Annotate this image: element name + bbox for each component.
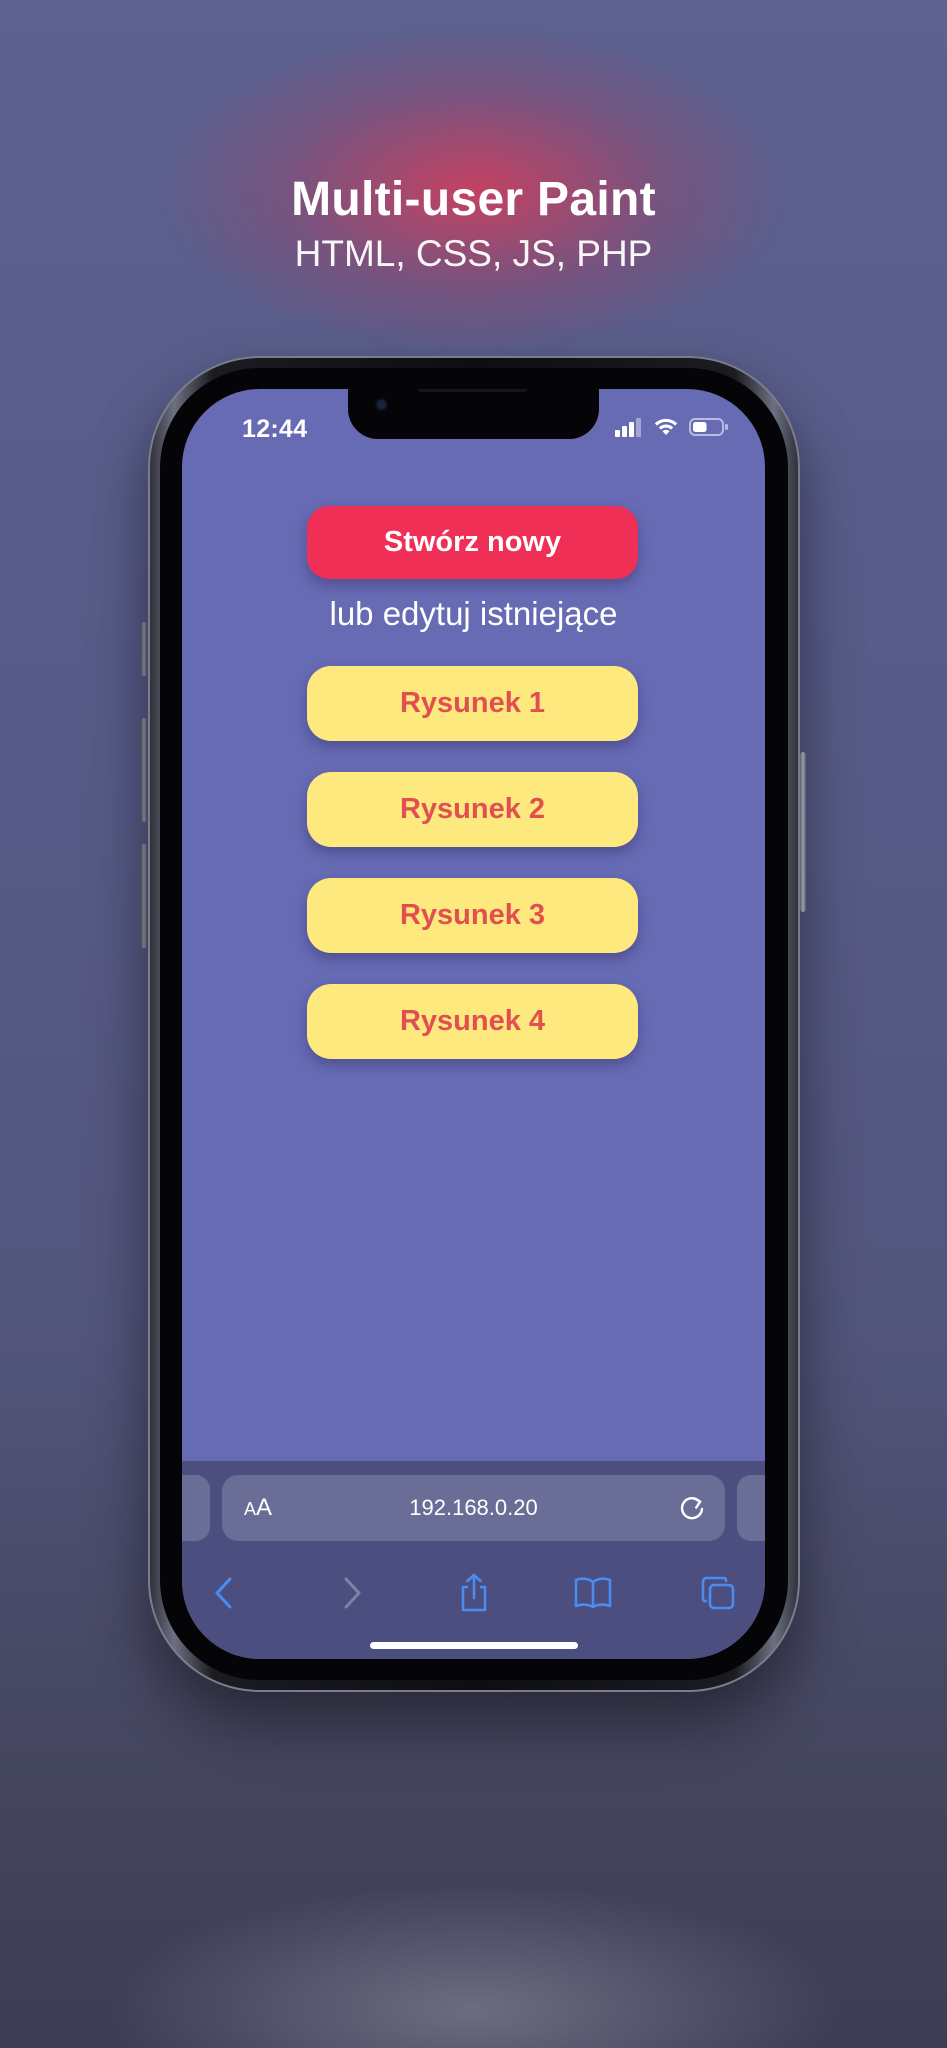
next-tab-peek[interactable] [737, 1475, 765, 1541]
forward-icon[interactable] [332, 1573, 372, 1613]
status-time: 12:44 [242, 415, 308, 443]
battery-icon [689, 417, 729, 442]
url-text: 192.168.0.20 [409, 1495, 538, 1520]
browser-toolbar [182, 1561, 765, 1621]
cellular-signal-icon [615, 417, 643, 442]
status-icons [615, 417, 729, 441]
front-camera [377, 400, 386, 409]
tabs-icon[interactable] [698, 1573, 738, 1613]
drawing-4-button[interactable]: Rysunek 4 [307, 984, 638, 1059]
earpiece-speaker [418, 389, 528, 392]
wifi-icon [653, 417, 679, 442]
phone-power-button [800, 752, 806, 912]
create-new-drawing-button[interactable]: Stwórz nowy [307, 506, 638, 579]
or-edit-existing-text: lub edytuj istniejące [329, 595, 618, 632]
web-page-content: Stwórz nowy lub edytuj istniejące Rysune… [182, 389, 765, 1461]
phone-screen: Stwórz nowy lub edytuj istniejące Rysune… [182, 389, 765, 1659]
text-size-large-label: A [256, 1494, 273, 1521]
phone-volume-up-button [141, 718, 147, 822]
bookmarks-icon[interactable] [573, 1573, 613, 1613]
reload-icon[interactable] [677, 1492, 707, 1524]
previous-tab-peek[interactable] [182, 1475, 210, 1541]
browser-bottom-bar: AA 192.168.0.20 [182, 1461, 765, 1659]
address-bar[interactable]: AA 192.168.0.20 [222, 1475, 725, 1541]
promo-headline: Multi-user Paint HTML, CSS, JS, PHP [0, 172, 947, 276]
text-size-button[interactable]: AA [244, 1493, 272, 1524]
promo-title: Multi-user Paint [291, 173, 656, 226]
promo-subtitle: HTML, CSS, JS, PHP [294, 233, 653, 274]
phone-volume-down-button [141, 844, 147, 948]
drawing-2-button[interactable]: Rysunek 2 [307, 772, 638, 847]
back-icon[interactable] [204, 1573, 244, 1613]
drawing-1-button[interactable]: Rysunek 1 [307, 666, 638, 741]
text-size-small-label: A [244, 1499, 257, 1519]
share-icon[interactable] [454, 1573, 494, 1613]
phone-silent-switch [141, 622, 147, 676]
phone-notch [348, 389, 599, 439]
home-indicator[interactable] [370, 1642, 578, 1649]
drawing-3-button[interactable]: Rysunek 3 [307, 878, 638, 953]
